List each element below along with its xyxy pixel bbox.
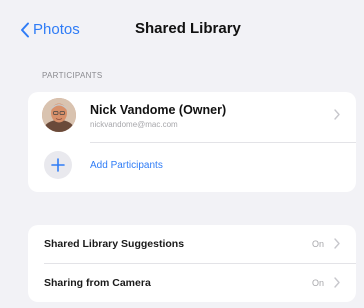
chevron-left-icon — [20, 22, 30, 38]
setting-value: On — [311, 239, 324, 249]
plus-icon — [44, 151, 72, 179]
setting-label: Shared Library Suggestions — [44, 238, 185, 250]
shared-library-suggestions-row[interactable]: Shared Library Suggestions On — [28, 225, 356, 263]
sharing-from-camera-row[interactable]: Sharing from Camera On — [28, 264, 356, 302]
navigation-bar: Photos Shared Library — [0, 0, 364, 60]
back-button-label: Photos — [33, 21, 80, 38]
add-participants-button[interactable]: Add Participants — [28, 144, 356, 184]
page-title: Shared Library — [135, 20, 241, 37]
owner-email: nickvandome@mac.com — [90, 120, 178, 129]
avatar — [42, 98, 76, 132]
chevron-right-icon — [334, 109, 340, 123]
row-divider — [90, 142, 356, 143]
chevron-right-icon — [334, 238, 340, 252]
chevron-right-icon — [334, 277, 340, 291]
participants-card: Nick Vandome (Owner) nickvandome@mac.com… — [28, 92, 356, 192]
back-button[interactable]: Photos — [20, 21, 80, 38]
setting-label: Sharing from Camera — [44, 277, 151, 289]
setting-value: On — [311, 278, 324, 288]
participants-section-header: PARTICIPANTS — [42, 71, 103, 80]
settings-card: Shared Library Suggestions On Sharing fr… — [28, 225, 356, 302]
owner-name: Nick Vandome (Owner) — [90, 103, 227, 117]
add-participants-label: Add Participants — [90, 160, 163, 171]
owner-participant-row[interactable]: Nick Vandome (Owner) nickvandome@mac.com — [28, 92, 356, 140]
